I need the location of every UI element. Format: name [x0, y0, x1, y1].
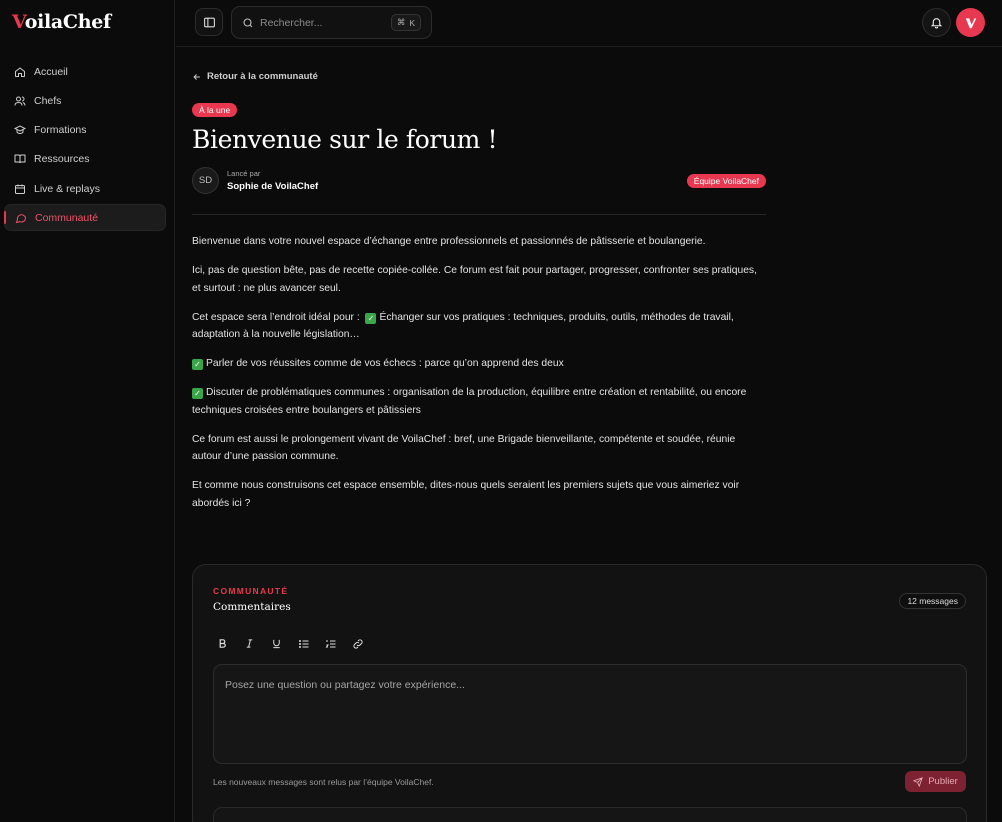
sidebar-item-chefs[interactable]: Chefs: [4, 87, 166, 114]
post-paragraph: ✓ Discuter de problématiques communes : o…: [192, 387, 747, 416]
sidebar-item-live-replays[interactable]: Live & replays: [4, 175, 166, 202]
sidebar-item-label: Communauté: [35, 211, 99, 224]
link-icon: [352, 638, 364, 650]
home-icon: [14, 66, 26, 78]
italic-button[interactable]: [240, 634, 259, 653]
check-mark-icon: ✓: [365, 312, 377, 324]
sidebar-item-accueil[interactable]: Accueil: [4, 58, 166, 85]
publish-button[interactable]: Publier: [905, 771, 966, 792]
book-icon: [14, 153, 26, 165]
voilachef-logo[interactable]: VoilaChef: [12, 11, 111, 33]
sidebar-item-label: Accueil: [34, 65, 68, 78]
user-avatar[interactable]: [956, 8, 985, 37]
post-author: SD Lancé par Sophie de VoilaChef: [192, 167, 318, 194]
bold-icon: [217, 638, 228, 649]
comment-editor: [213, 664, 967, 764]
bullet-list-button[interactable]: [294, 634, 313, 653]
search-input[interactable]: [260, 16, 390, 29]
comment-item: [213, 807, 967, 822]
sidebar: VoilaChef Accueil Chefs Formations Resso…: [0, 0, 175, 822]
search-icon: [242, 17, 254, 29]
sidebar-item-formations[interactable]: Formations: [4, 117, 166, 144]
comment-input[interactable]: [225, 679, 955, 749]
author-avatar[interactable]: SD: [192, 167, 219, 194]
moderation-note: Les nouveaux messages sont relus par l’é…: [213, 777, 434, 787]
messages-count-badge: 12 messages: [899, 593, 966, 609]
back-to-community-link[interactable]: Retour à la communauté: [192, 71, 318, 82]
voilachef-v-logo-icon: [964, 16, 978, 30]
numbered-list-button[interactable]: [321, 634, 340, 653]
comments-title: Commentaires: [213, 601, 291, 613]
calendar-icon: [14, 183, 26, 195]
sidebar-item-label: Live & replays: [34, 182, 100, 195]
check-mark-icon: ✓: [192, 388, 203, 399]
italic-icon: [244, 638, 255, 649]
post-paragraph: Et comme nous construisons cet espace en…: [192, 480, 740, 509]
author-caption: Lancé par: [227, 169, 261, 178]
comments-eyebrow: COMMUNAUTÉ: [213, 586, 289, 596]
sidebar-toggle-button[interactable]: [195, 8, 223, 36]
panel-left-icon: [203, 16, 216, 29]
team-badge: Équipe VoilaChef: [686, 174, 766, 188]
search-bar[interactable]: ⌘K: [231, 6, 432, 39]
bullet-list-icon: [298, 638, 310, 650]
chat-bubble-icon: [15, 212, 27, 224]
search-shortcut-badge: ⌘ K: [390, 14, 421, 31]
link-button[interactable]: [348, 634, 367, 653]
page-title: Bienvenue sur le forum !: [192, 125, 498, 154]
divider: [192, 214, 766, 215]
notifications-button[interactable]: [922, 8, 951, 37]
author-name: Sophie de VoilaChef: [227, 181, 319, 192]
graduation-cap-icon: [14, 124, 26, 136]
arrow-left-icon: [192, 72, 202, 82]
send-icon: [913, 776, 924, 787]
post-paragraph: Ce forum est aussi le prolongement vivan…: [192, 433, 736, 463]
sidebar-item-label: Chefs: [34, 94, 62, 107]
numbered-list-icon: [325, 638, 337, 650]
post-paragraph: Cet espace sera l’endroit idéal pour : ✓…: [192, 311, 734, 341]
sidebar-nav: Accueil Chefs Formations Ressources Live…: [4, 58, 166, 234]
bell-icon: [930, 16, 943, 29]
sidebar-item-ressources[interactable]: Ressources: [4, 146, 166, 173]
post-body: Bienvenue dans votre nouvel espace d’éch…: [192, 233, 766, 524]
comments-card: COMMUNAUTÉ Commentaires 12 messages Les …: [192, 564, 987, 822]
post-paragraph: ✓ Parler de vos réussites comme de vos éc…: [192, 355, 766, 373]
underline-button[interactable]: [267, 634, 286, 653]
users-icon: [14, 95, 26, 107]
post-paragraph: Ici, pas de question bête, pas de recett…: [192, 265, 757, 294]
bold-button[interactable]: [213, 634, 232, 653]
check-mark-icon: ✓: [192, 359, 203, 370]
featured-badge: À la une: [192, 103, 238, 117]
top-bar: ⌘K: [176, 0, 1002, 47]
underline-icon: [271, 638, 282, 649]
sidebar-item-communaute[interactable]: Communauté: [4, 204, 166, 232]
sidebar-item-label: Ressources: [34, 153, 90, 166]
post-paragraph: Bienvenue dans votre nouvel espace d’éch…: [192, 236, 706, 247]
editor-toolbar: [213, 634, 367, 653]
sidebar-item-label: Formations: [34, 124, 87, 137]
